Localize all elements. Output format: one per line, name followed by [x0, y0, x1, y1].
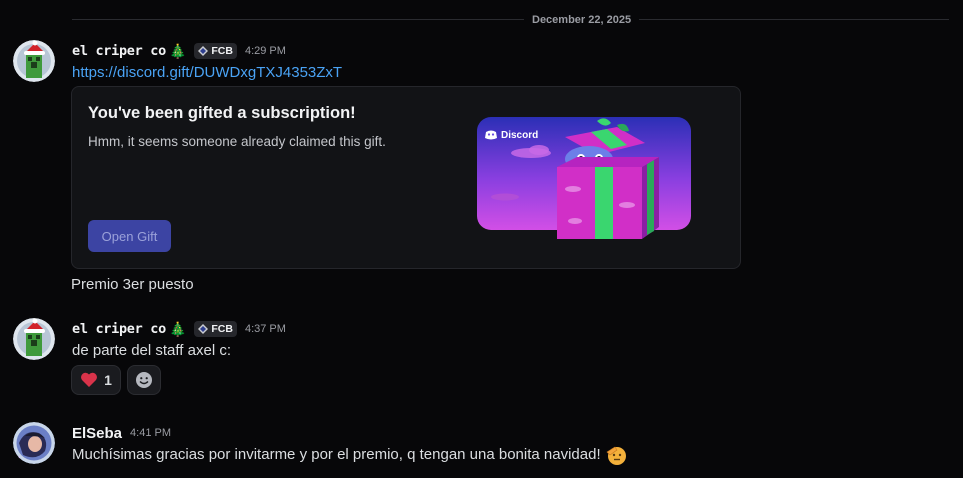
divider-date: December 22, 2025 [524, 12, 640, 28]
diamond-icon [198, 46, 209, 56]
discord-logo-text: Discord [501, 130, 538, 141]
add-reaction-button[interactable] [127, 365, 161, 395]
heart-icon [81, 372, 98, 387]
timestamp: 4:37 PM [244, 323, 286, 335]
gift-subtitle: Hmm, it seems someone already claimed th… [88, 134, 386, 149]
avatar[interactable] [13, 422, 55, 464]
message-header: el criper co 🎄 FCB 4:37 PM [72, 320, 286, 338]
guild-tag[interactable]: FCB [194, 321, 237, 337]
username[interactable]: el criper co [72, 43, 166, 59]
gift-illustration: Discord [477, 115, 692, 240]
message-text: Premio 3er puesto [71, 276, 194, 293]
diamond-icon [198, 324, 209, 334]
message-text-line: Muchísimas gracias por invitarme y por e… [72, 444, 627, 466]
guild-tag-label: FCB [211, 45, 233, 57]
smiley-icon [136, 372, 152, 388]
message-header: el criper co 🎄 FCB 4:29 PM [72, 42, 286, 60]
saluting-face-icon [606, 446, 626, 465]
gift-link[interactable]: https://discord.gift/DUWDxgTXJ4353ZxT [72, 63, 342, 83]
gift-title: You've been gifted a subscription! [88, 104, 356, 122]
message-text: de parte del staff axel c: [72, 342, 231, 359]
username[interactable]: ElSeba [72, 425, 122, 442]
open-gift-button[interactable]: Open Gift [88, 220, 171, 252]
divider-line [72, 19, 949, 20]
christmas-tree-icon: 🎄 [168, 42, 187, 59]
christmas-tree-icon: 🎄 [168, 320, 187, 337]
date-divider: December 22, 2025 [72, 12, 949, 28]
gift-embed: You've been gifted a subscription! Hmm, … [71, 86, 741, 269]
timestamp: 4:41 PM [130, 427, 171, 439]
reaction-count: 1 [104, 372, 112, 388]
message-text: Muchísimas gracias por invitarme y por e… [72, 445, 601, 463]
timestamp: 4:29 PM [244, 45, 286, 57]
reaction-heart[interactable]: 1 [71, 365, 121, 395]
avatar[interactable] [13, 318, 55, 360]
username[interactable]: el criper co [72, 321, 166, 337]
message-header: ElSeba 4:41 PM [72, 424, 171, 442]
guild-tag-label: FCB [211, 323, 233, 335]
guild-tag[interactable]: FCB [194, 43, 237, 59]
avatar[interactable] [13, 40, 55, 82]
